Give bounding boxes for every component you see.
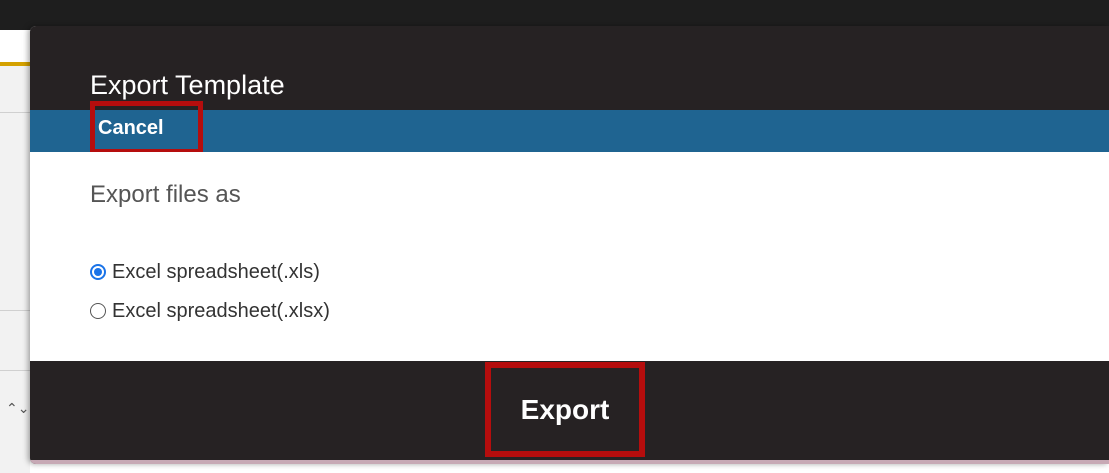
background-row-divider xyxy=(0,112,30,113)
dialog-title: Export Template xyxy=(90,70,285,100)
background-row-divider xyxy=(0,370,30,371)
sort-stepper-icon[interactable]: ⌃⌄ xyxy=(6,402,29,432)
export-template-dialog: Export Template Cancel Export files as E… xyxy=(30,26,1109,464)
export-format-label: Export files as xyxy=(90,181,241,208)
radio-xls-button[interactable] xyxy=(90,264,106,280)
cancel-button-highlight xyxy=(90,101,203,154)
radio-xlsx-button[interactable] xyxy=(90,303,106,319)
dialog-footer-edge xyxy=(30,460,1109,464)
background-row-divider xyxy=(0,310,30,311)
radio-option-xlsx[interactable]: Excel spreadsheet(.xlsx) xyxy=(90,298,330,324)
radio-xlsx-label: Excel spreadsheet(.xlsx) xyxy=(112,300,330,322)
radio-xls-label: Excel spreadsheet(.xls) xyxy=(112,261,320,283)
export-button-highlight xyxy=(485,362,645,457)
radio-option-xls[interactable]: Excel spreadsheet(.xls) xyxy=(90,259,320,285)
